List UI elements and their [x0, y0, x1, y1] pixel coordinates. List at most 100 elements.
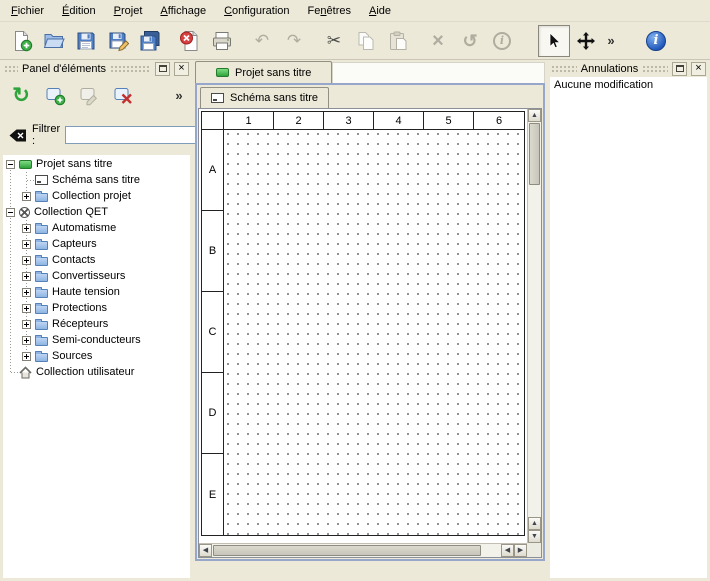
tree-item-automatisme[interactable]: Automatisme [3, 220, 190, 236]
menu-edition[interactable]: Édition [53, 2, 105, 20]
close-panel-button[interactable]: × [691, 62, 706, 76]
horizontal-scroll-thumb[interactable] [213, 545, 481, 556]
expand-toggle-icon[interactable] [22, 336, 31, 345]
close-file-button[interactable] [174, 25, 206, 57]
tree-item-convertisseurs[interactable]: Convertisseurs [3, 268, 190, 284]
tree-item-label: Sources [52, 350, 92, 362]
diagram-view[interactable]: 1 2 3 4 5 6 A B C D E [199, 109, 527, 543]
select-mode-button[interactable] [538, 25, 570, 57]
expand-toggle-icon[interactable] [22, 240, 31, 249]
dock-grip-handle[interactable] [110, 65, 151, 73]
tree-item-label: Haute tension [52, 286, 120, 298]
elements-panel: Panel d'éléments × ↻ [0, 60, 193, 580]
project-tab-label: Projet sans titre [235, 67, 311, 79]
expand-toggle-icon[interactable] [22, 272, 31, 281]
tab-bar-filler [332, 62, 545, 83]
close-panel-button[interactable]: × [174, 62, 189, 76]
tree-item-label: Capteurs [52, 238, 97, 250]
tree-item-collection-projet[interactable]: Collection projet [3, 188, 190, 204]
vertical-scrollbar[interactable]: ▲ ▲ ▼ [527, 109, 541, 543]
dock-grip-handle[interactable] [551, 65, 577, 73]
new-document-button[interactable] [6, 25, 38, 57]
arrow-up-icon: ▲ [531, 112, 538, 119]
tree-item-haute-tension[interactable]: Haute tension [3, 284, 190, 300]
menu-bar: Fichier Édition Projet Affichage Configu… [0, 0, 710, 22]
menu-configuration[interactable]: Configuration [215, 2, 298, 20]
edit-element-button[interactable] [74, 81, 104, 109]
menu-projet[interactable]: Projet [105, 2, 152, 20]
undo-history-list[interactable]: Aucune modification [550, 77, 707, 578]
elements-panel-title: Panel d'éléments [22, 63, 106, 75]
element-info-button[interactable]: i [486, 25, 518, 57]
redo-button[interactable]: ↷ [278, 25, 310, 57]
dock-grip-handle[interactable] [642, 65, 668, 73]
save-button[interactable] [70, 25, 102, 57]
tree-item-collection-qet[interactable]: Collection QET [3, 204, 190, 220]
expand-toggle-icon[interactable] [22, 304, 31, 313]
diagram-grid-canvas[interactable] [224, 130, 524, 535]
schema-icon [211, 93, 224, 103]
float-panel-button[interactable] [672, 62, 687, 76]
tree-item-projet[interactable]: Projet sans titre [3, 156, 190, 172]
copy-button[interactable] [350, 25, 382, 57]
scroll-up-button-bottom[interactable]: ▲ [528, 517, 541, 530]
undo-button[interactable]: ↶ [246, 25, 278, 57]
tab-schema-sans-titre[interactable]: Schéma sans titre [200, 87, 329, 108]
dock-grip-handle[interactable] [4, 65, 18, 73]
print-button[interactable] [206, 25, 238, 57]
paste-icon [387, 30, 409, 52]
new-element-button[interactable] [40, 81, 70, 109]
menu-fenetres[interactable]: Fenêtres [299, 2, 360, 20]
cut-button[interactable]: ✂ [318, 25, 350, 57]
expand-toggle-icon[interactable] [22, 256, 31, 265]
project-icon [19, 160, 32, 169]
delete-element-button[interactable] [108, 81, 138, 109]
tree-item-label: Collection utilisateur [36, 366, 134, 378]
menu-affichage[interactable]: Affichage [151, 2, 215, 20]
schema-icon [35, 175, 48, 185]
diagram-viewport: 1 2 3 4 5 6 A B C D E [198, 108, 542, 558]
toolbar-overflow-button[interactable]: » [602, 25, 620, 57]
float-panel-button[interactable] [155, 62, 170, 76]
expand-toggle-icon[interactable] [22, 352, 31, 361]
scroll-left-button-right[interactable]: ◀ [501, 544, 514, 557]
paste-button[interactable] [382, 25, 414, 57]
collapse-toggle-icon[interactable] [6, 208, 15, 217]
rotate-button[interactable]: ↺ [454, 25, 486, 57]
expand-toggle-icon[interactable] [22, 288, 31, 297]
tab-projet-sans-titre[interactable]: Projet sans titre [195, 61, 332, 83]
tree-item-recepteurs[interactable]: Récepteurs [3, 316, 190, 332]
tree-item-label: Contacts [52, 254, 95, 266]
panel-toolbar-overflow-button[interactable]: » [171, 81, 187, 109]
vertical-scroll-thumb[interactable] [529, 123, 540, 185]
expand-toggle-icon[interactable] [22, 192, 31, 201]
scroll-right-button[interactable]: ▶ [514, 544, 527, 557]
scroll-up-button[interactable]: ▲ [528, 109, 541, 122]
expand-toggle-icon[interactable] [22, 320, 31, 329]
menu-aide[interactable]: Aide [360, 2, 400, 20]
save-as-button[interactable] [102, 25, 134, 57]
clear-filter-icon[interactable] [8, 128, 27, 143]
scroll-down-button[interactable]: ▼ [528, 530, 541, 543]
horizontal-scrollbar[interactable]: ◀ ◀ ▶ [199, 543, 527, 557]
scroll-left-button[interactable]: ◀ [199, 544, 212, 557]
open-document-button[interactable] [38, 25, 70, 57]
move-mode-button[interactable] [570, 25, 602, 57]
expand-toggle-icon[interactable] [22, 224, 31, 233]
tree-item-sources[interactable]: Sources [3, 348, 190, 364]
about-button[interactable]: i [640, 25, 672, 57]
delete-button[interactable]: × [422, 25, 454, 57]
horizontal-scroll-track[interactable] [212, 544, 501, 557]
tree-item-protections[interactable]: Protections [3, 300, 190, 316]
float-icon [676, 65, 684, 72]
tree-item-semi-conducteurs[interactable]: Semi-conducteurs [3, 332, 190, 348]
save-all-button[interactable] [134, 25, 166, 57]
reload-collections-button[interactable]: ↻ [6, 81, 36, 109]
tree-item-collection-utilisateur[interactable]: Collection utilisateur [3, 364, 190, 380]
collapse-toggle-icon[interactable] [6, 160, 15, 169]
tree-item-capteurs[interactable]: Capteurs [3, 236, 190, 252]
menu-fichier[interactable]: Fichier [2, 2, 53, 20]
tree-item-contacts[interactable]: Contacts [3, 252, 190, 268]
vertical-scroll-track[interactable] [528, 122, 541, 517]
main-toolbar: ↶ ↷ ✂ × ↺ i [0, 22, 710, 60]
